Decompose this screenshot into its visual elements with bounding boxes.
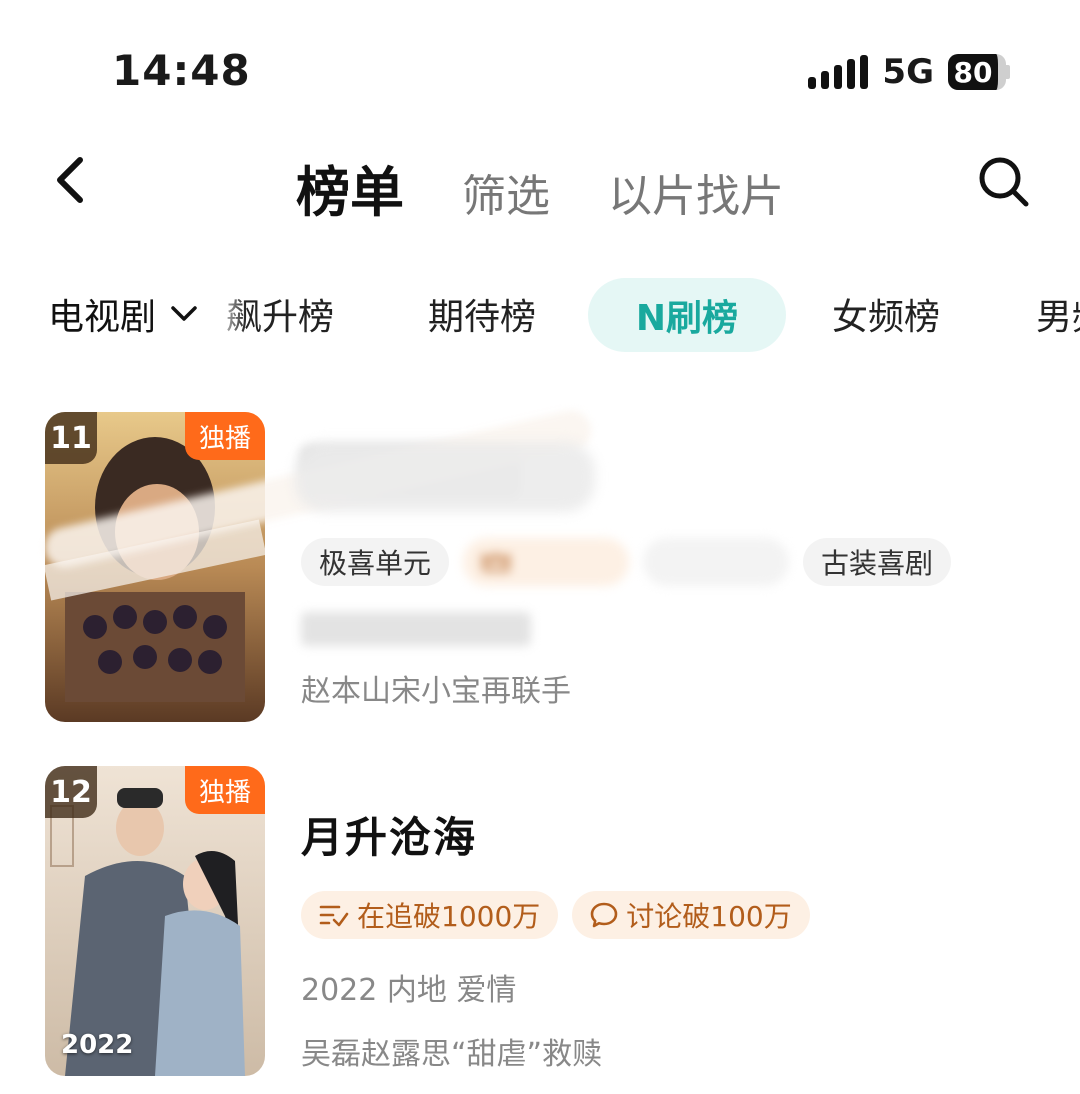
tag-list: 在追破1000万 讨论破100万: [301, 891, 1041, 939]
search-icon: [979, 157, 1029, 207]
tag-label: 讨论破100万: [626, 900, 792, 933]
tab-anticipated[interactable]: 期待榜: [428, 288, 536, 340]
tag-chip: 极喜单元: [301, 538, 450, 586]
search-button[interactable]: [974, 152, 1034, 212]
exclusive-badge: 独播: [184, 412, 265, 460]
chevron-down-icon: [171, 306, 197, 321]
exclusive-badge: 独播: [184, 766, 265, 814]
rank-badge: 12: [45, 766, 97, 818]
tag-list: 极喜单元 古装喜剧: [301, 538, 1041, 586]
category-row: 电视剧 飙升榜 期待榜 N刷榜 女频榜 男频榜: [0, 278, 1080, 354]
tab-female[interactable]: 女频榜: [832, 288, 940, 340]
item-meta: [301, 612, 531, 646]
tag-chip: [643, 538, 790, 586]
tag-chip: 讨论破100万: [572, 891, 810, 939]
signal-icon: [808, 55, 869, 89]
privacy-redaction: [295, 442, 595, 512]
item-info: 月升沧海 在追破1000万 讨论破100万 2022 内地 爱情 吴磊赵露思“甜…: [301, 766, 1041, 1073]
category-dropdown-label: 电视剧: [48, 297, 157, 338]
item-meta: 2022 内地 爱情: [301, 973, 517, 1008]
chevron-left-icon: [57, 157, 83, 203]
item-title: 月升沧海: [301, 813, 478, 862]
follow-list-icon: [319, 905, 349, 927]
crown-icon: [482, 551, 510, 572]
tag-label: 在追破1000万: [357, 900, 541, 933]
scroll-fade: [200, 278, 246, 354]
network-type: 5G: [882, 52, 934, 92]
battery-level: 80: [948, 54, 1006, 90]
tag-chip: 在追破1000万: [301, 891, 559, 939]
list-item[interactable]: 11 独播 极喜单元 古装喜剧 赵本山宋小宝再联手: [40, 406, 1045, 722]
tag-label: 极喜单元: [319, 547, 432, 580]
top-tabs: 榜单 筛选 以片找片: [296, 148, 784, 227]
year-badge: 2022: [61, 1030, 134, 1060]
tab-filter[interactable]: 筛选: [462, 160, 550, 224]
rank-badge: 11: [45, 412, 97, 464]
list-item[interactable]: 12 独播 2022 月升沧海 在追破1000万 讨论破100万 2022 内地…: [45, 766, 1045, 1076]
tab-similar-search[interactable]: 以片找片: [608, 160, 784, 224]
item-description: 赵本山宋小宝再联手: [301, 674, 571, 709]
status-indicators: 5G 80: [808, 52, 1010, 92]
tag-label: 古装喜剧: [821, 547, 934, 580]
status-time: 14:48: [112, 46, 251, 95]
back-button[interactable]: [40, 150, 100, 210]
tab-ranking[interactable]: 榜单: [296, 148, 404, 227]
battery-icon: 80: [948, 54, 1010, 90]
tab-male[interactable]: 男频榜: [1036, 288, 1080, 340]
chat-bubble-icon: [590, 902, 618, 928]
tag-chip: 古装喜剧: [803, 538, 952, 586]
poster-image[interactable]: 12 独播 2022: [45, 766, 265, 1076]
item-description: 吴磊赵露思“甜虐”救赎: [301, 1037, 603, 1072]
category-dropdown[interactable]: 电视剧: [48, 288, 198, 340]
tab-rewatch[interactable]: N刷榜: [588, 278, 786, 352]
poster-image[interactable]: 11 独播: [45, 412, 265, 722]
tag-chip: [463, 538, 630, 586]
